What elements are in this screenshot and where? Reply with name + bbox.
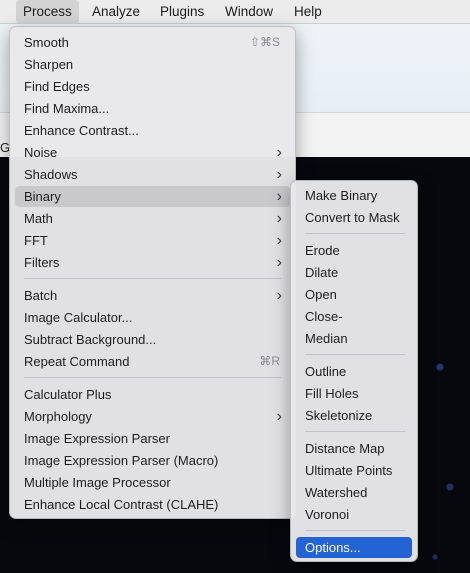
menu-item-morphology[interactable]: Morphology › — [15, 406, 290, 427]
chevron-right-icon: › — [276, 188, 282, 205]
menu-separator — [305, 530, 405, 531]
menu-item-ultimate-points[interactable]: Ultimate Points — [296, 460, 412, 481]
menu-separator — [305, 431, 405, 432]
menu-item-watershed[interactable]: Watershed — [296, 482, 412, 503]
menu-item-dilate[interactable]: Dilate — [296, 262, 412, 283]
chevron-right-icon: › — [276, 287, 282, 304]
menu-item-label: Fill Holes — [305, 386, 359, 401]
menubar-item-edit[interactable] — [0, 0, 10, 24]
chevron-right-icon: › — [276, 210, 282, 227]
menu-item-label: Watershed — [305, 485, 368, 500]
menu-item-calculator-plus[interactable]: Calculator Plus — [15, 384, 290, 405]
menu-item-label: Open — [305, 287, 337, 302]
chevron-right-icon: › — [276, 408, 282, 425]
menu-item-label: Image Calculator... — [24, 310, 133, 325]
menu-item-label: Options... — [305, 540, 361, 555]
menu-bar: Process Analyze Plugins Window Help — [0, 0, 470, 24]
menu-item-batch[interactable]: Batch › — [15, 285, 290, 306]
menu-separator — [305, 233, 405, 234]
menu-item-label: Make Binary — [305, 188, 378, 203]
menu-item-label: Noise — [24, 145, 58, 160]
menu-item-image-calculator[interactable]: Image Calculator... — [15, 307, 290, 328]
menu-item-label: Subtract Background... — [24, 332, 157, 347]
menubar-item-plugins[interactable]: Plugins — [153, 0, 211, 24]
menu-item-label: Outline — [305, 364, 347, 379]
menu-item-label: Smooth — [24, 35, 69, 50]
menu-item-skeletonize[interactable]: Skeletonize — [296, 405, 412, 426]
menu-item-enhance-contrast[interactable]: Enhance Contrast... — [15, 120, 290, 141]
menu-item-label: Find Maxima... — [24, 101, 110, 116]
menu-item-label: Sharpen — [24, 57, 74, 72]
menu-item-label: Repeat Command — [24, 354, 130, 369]
menu-item-convert-to-mask[interactable]: Convert to Mask — [296, 207, 412, 228]
menu-item-label: Image Expression Parser — [24, 431, 170, 446]
menu-item-distance-map[interactable]: Distance Map — [296, 438, 412, 459]
menu-item-filters[interactable]: Filters › — [15, 252, 290, 273]
menu-item-open[interactable]: Open — [296, 284, 412, 305]
menu-item-sharpen[interactable]: Sharpen — [15, 54, 290, 75]
menu-item-options[interactable]: Options... — [296, 537, 412, 558]
menu-item-noise[interactable]: Noise › — [15, 142, 290, 163]
menu-item-label: FFT — [24, 233, 48, 248]
menu-item-fill-holes[interactable]: Fill Holes — [296, 383, 412, 404]
menu-item-label: Find Edges — [24, 79, 90, 94]
chevron-right-icon: › — [276, 166, 282, 183]
menu-item-subtract-background[interactable]: Subtract Background... — [15, 329, 290, 350]
menu-separator — [305, 354, 405, 355]
menu-item-label: Enhance Local Contrast (CLAHE) — [24, 497, 219, 512]
menu-item-math[interactable]: Math › — [15, 208, 290, 229]
menu-item-label: Voronoi — [305, 507, 350, 522]
menu-item-label: Batch — [24, 288, 58, 303]
menu-item-enhance-local-contrast[interactable]: Enhance Local Contrast (CLAHE) — [15, 494, 290, 515]
menu-item-label: Binary — [24, 189, 61, 204]
menu-separator — [24, 278, 281, 279]
menu-item-image-expression-parser[interactable]: Image Expression Parser — [15, 428, 290, 449]
menu-item-label: Math — [24, 211, 53, 226]
menubar-item-analyze[interactable]: Analyze — [85, 0, 147, 24]
menu-item-label: Enhance Contrast... — [24, 123, 139, 138]
menu-item-label: Skeletonize — [305, 408, 373, 423]
menu-item-make-binary[interactable]: Make Binary — [296, 185, 412, 206]
shortcut-label: ⌘R — [259, 354, 280, 368]
menu-separator — [24, 377, 281, 378]
menubar-item-process[interactable]: Process — [16, 0, 79, 24]
menu-item-label: Morphology — [24, 409, 92, 424]
chevron-right-icon: › — [276, 144, 282, 161]
menu-item-label: Ultimate Points — [305, 463, 393, 478]
process-menu: Smooth ⇧⌘S Sharpen Find Edges Find Maxim… — [9, 26, 296, 519]
binary-submenu: Make Binary Convert to Mask Erode Dilate… — [290, 180, 418, 562]
menu-item-label: Close- — [305, 309, 343, 324]
menu-item-label: Dilate — [305, 265, 339, 280]
menubar-item-window[interactable]: Window — [218, 0, 280, 24]
menu-item-erode[interactable]: Erode — [296, 240, 412, 261]
menu-item-outline[interactable]: Outline — [296, 361, 412, 382]
menu-item-label: Multiple Image Processor — [24, 475, 171, 490]
menu-item-image-expression-parser-macro[interactable]: Image Expression Parser (Macro) — [15, 450, 290, 471]
menu-item-label: Calculator Plus — [24, 387, 112, 402]
shortcut-label: ⇧⌘S — [249, 35, 280, 49]
menu-item-label: Convert to Mask — [305, 210, 400, 225]
menu-item-fft[interactable]: FFT › — [15, 230, 290, 251]
menu-item-label: Median — [305, 331, 348, 346]
menu-item-label: Erode — [305, 243, 340, 258]
menu-item-voronoi[interactable]: Voronoi — [296, 504, 412, 525]
menu-item-median[interactable]: Median — [296, 328, 412, 349]
menu-item-find-maxima[interactable]: Find Maxima... — [15, 98, 290, 119]
menu-item-label: Distance Map — [305, 441, 385, 456]
menu-item-multiple-image-processor[interactable]: Multiple Image Processor — [15, 472, 290, 493]
menu-item-label: Image Expression Parser (Macro) — [24, 453, 219, 468]
menubar-item-help[interactable]: Help — [287, 0, 329, 24]
chevron-right-icon: › — [276, 232, 282, 249]
menu-item-close[interactable]: Close- — [296, 306, 412, 327]
menu-item-binary[interactable]: Binary › — [15, 186, 290, 207]
menu-item-label: Shadows — [24, 167, 78, 182]
menu-item-shadows[interactable]: Shadows › — [15, 164, 290, 185]
menu-item-find-edges[interactable]: Find Edges — [15, 76, 290, 97]
menu-item-repeat-command[interactable]: Repeat Command ⌘R — [15, 351, 290, 372]
menu-item-smooth[interactable]: Smooth ⇧⌘S — [15, 32, 290, 53]
menu-item-label: Filters — [24, 255, 60, 270]
chevron-right-icon: › — [276, 254, 282, 271]
